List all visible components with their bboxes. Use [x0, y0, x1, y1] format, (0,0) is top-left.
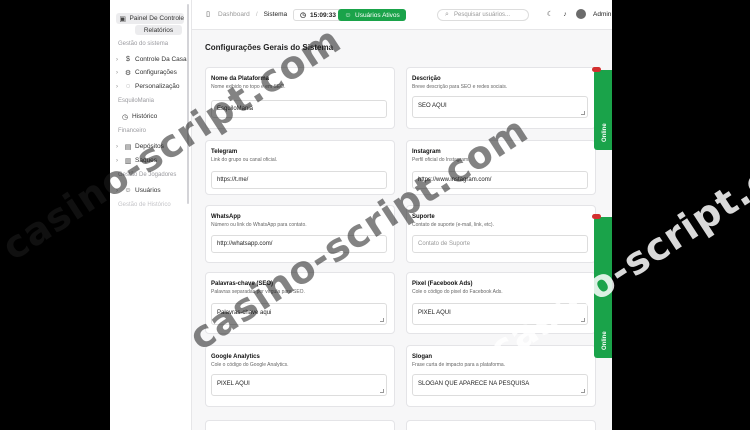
field-description: Link do grupo ou canal oficial.: [211, 157, 278, 163]
field-description: Cole o código do pixel do Facebook Ads.: [412, 289, 503, 295]
dollar-icon: $: [126, 56, 130, 63]
field-label: Descrição: [412, 76, 441, 82]
sidebar-item-configuracoes[interactable]: › ⚙ Configurações: [116, 67, 177, 78]
field-label: WhatsApp: [211, 214, 241, 220]
moon-icon[interactable]: ☾: [546, 10, 554, 18]
google-analytics-value: PIXEL AQUI: [217, 381, 250, 387]
online-status-tab[interactable]: Online: [592, 67, 612, 150]
clock-badge: ◷ 15:09:33: [293, 9, 343, 21]
field-card: Suporte Contato de suporte (e-mail, link…: [406, 205, 596, 263]
topbar-actions: ☾ ♪ Admin ⌄: [546, 9, 612, 19]
search-icon: ⌕: [445, 11, 449, 18]
gear-icon: ⚙: [124, 69, 132, 77]
active-users-button[interactable]: ☺ Usuários Ativos: [338, 9, 406, 21]
avatar[interactable]: [576, 9, 586, 19]
field-description: Cole o código do Google Analytics.: [211, 362, 289, 368]
slogan-value: SLOGAN QUE APARECE NA PESQUISA: [418, 381, 530, 387]
sidebar: ▣ Painel De Controle Relatórios Gestão d…: [110, 0, 192, 430]
online-label: Online: [602, 331, 608, 350]
field-label: Instagram: [412, 149, 441, 155]
field-label: Slogan: [412, 354, 433, 360]
resize-handle[interactable]: [581, 389, 585, 393]
chevron-right-icon: ›: [116, 69, 118, 76]
chat-icon: ◌: [125, 83, 131, 90]
sidebar-item-label: Configurações: [135, 69, 177, 76]
clock-icon: ◷: [299, 12, 307, 19]
telegram-input[interactable]: https://t.me/: [211, 171, 387, 189]
sidebar-item-label: Painel De Controle: [129, 15, 184, 22]
sidebar-toggle-icon[interactable]: ▯: [204, 10, 212, 18]
chevron-right-icon: ›: [116, 56, 118, 63]
sidebar-item-controle[interactable]: › $ Controle Da Casa: [116, 54, 187, 65]
user-name[interactable]: Admin: [593, 11, 611, 18]
sidebar-subitem-relatorios[interactable]: Relatórios: [135, 25, 182, 35]
sidebar-section-historico: Gestão de Histórico: [118, 202, 171, 208]
resize-handle[interactable]: [380, 318, 384, 322]
active-users-label: Usuários Ativos: [355, 11, 400, 19]
field-description: Número ou link do WhatsApp para contato.: [211, 222, 307, 228]
breadcrumb-root[interactable]: Dashboard: [218, 11, 250, 18]
field-description: Contato de suporte (e-mail, link, etc).: [412, 222, 494, 228]
field-description: Frase curta de impacto para a plataforma…: [412, 362, 506, 368]
sidebar-item-label: Controle Da Casa: [135, 56, 187, 63]
notification-dot: [592, 214, 601, 219]
field-card: [205, 420, 395, 430]
breadcrumb: ▯ Dashboard / Sistema: [204, 10, 288, 19]
field-card: [406, 420, 596, 430]
resize-handle[interactable]: [380, 389, 384, 393]
field-label: Google Analytics: [211, 354, 260, 360]
description-value: SEO AQUI: [418, 103, 447, 109]
clock-icon: ◷: [121, 113, 129, 121]
bell-icon[interactable]: ♪: [561, 10, 569, 18]
breadcrumb-separator: /: [255, 10, 258, 18]
chevron-right-icon: ›: [116, 83, 118, 90]
slogan-textarea[interactable]: SLOGAN QUE APARECE NA PESQUISA: [412, 374, 588, 396]
field-label: Telegram: [211, 149, 238, 155]
sidebar-section-sistema: Gestão do sistema: [118, 41, 169, 47]
breadcrumb-current: Sistema: [263, 10, 288, 18]
sidebar-item-label: Histórico: [132, 113, 158, 120]
sidebar-item-label: Personalização: [135, 83, 180, 90]
sidebar-scrollbar[interactable]: [187, 4, 189, 204]
field-card: Google Analytics Cole o código do Google…: [205, 345, 395, 407]
field-description: Breve descrição para SEO e redes sociais…: [412, 84, 508, 90]
dashboard-icon: ▣: [119, 15, 127, 23]
online-label: Online: [602, 123, 608, 142]
sidebar-item-personalizacao[interactable]: › ◌ Personalização: [116, 81, 179, 92]
users-icon: ☺: [344, 11, 352, 19]
resize-handle[interactable]: [581, 111, 585, 115]
google-analytics-textarea[interactable]: PIXEL AQUI: [211, 374, 387, 396]
search-placeholder: Pesquisar usuários...: [454, 12, 511, 18]
notification-dot: [592, 67, 601, 72]
facebook-pixel-value: PIXEL AQUI: [418, 310, 451, 316]
sidebar-section-esquilo: EsquiloMania: [118, 98, 155, 104]
sidebar-item-painel[interactable]: ▣ Painel De Controle: [116, 13, 184, 24]
sidebar-subitem-label: Relatórios: [143, 26, 174, 34]
sidebar-section-financeiro: Financeiro: [118, 128, 147, 134]
sidebar-item-historico[interactable]: ◷ Histórico: [121, 111, 157, 122]
search-input[interactable]: ⌕ Pesquisar usuários...: [437, 9, 529, 21]
support-input[interactable]: Contato de Suporte: [412, 235, 588, 253]
field-label: Pixel (Facebook Ads): [412, 281, 473, 287]
field-card: Telegram Link do grupo ou canal oficial.…: [205, 140, 395, 195]
topbar: ▯ Dashboard / Sistema ◷ 15:09:33 ☺ Usuár…: [192, 0, 612, 30]
